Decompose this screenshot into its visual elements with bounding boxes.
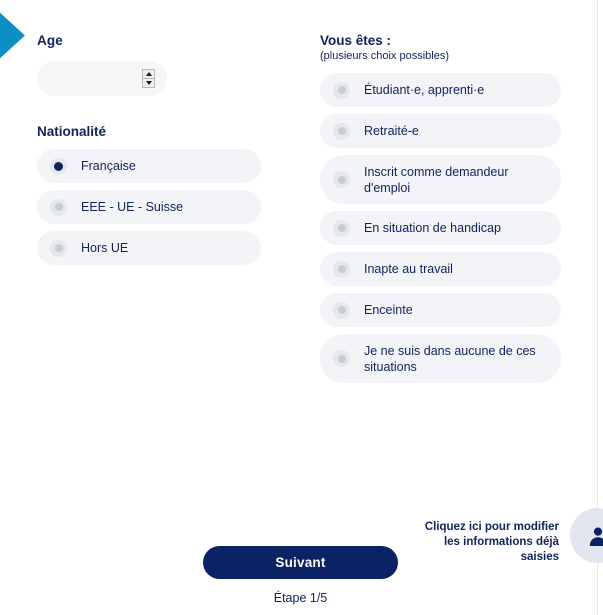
option-label: Inscrit comme demandeur d'emploi bbox=[364, 164, 509, 195]
radio-dot-icon bbox=[54, 161, 63, 171]
option-label: Retraité-e bbox=[364, 124, 419, 139]
option-situation-handicap[interactable]: En situation de handicap bbox=[320, 211, 561, 246]
registration-form: Age Nationalité Française EEE - UE - Sui… bbox=[0, 0, 597, 615]
option-label: Je ne suis dans aucune de ces situations bbox=[364, 343, 536, 374]
option-label: Inapte au travail bbox=[364, 262, 453, 277]
age-stepper[interactable] bbox=[142, 69, 155, 89]
age-stepper-down[interactable] bbox=[143, 79, 154, 87]
option-nationalite-hors-ue[interactable]: Hors UE bbox=[37, 231, 261, 266]
radio-icon[interactable] bbox=[333, 260, 350, 278]
radio-dot-icon bbox=[54, 244, 63, 253]
radio-dot-icon bbox=[337, 354, 346, 363]
option-situation-demandeur-emploi[interactable]: Inscrit comme demandeur d'emploi bbox=[320, 155, 561, 205]
option-situation-enceinte[interactable]: Enceinte bbox=[320, 293, 561, 328]
option-label: Hors UE bbox=[81, 241, 129, 256]
step-indicator: Étape 1/5 bbox=[273, 591, 328, 605]
radio-dot-icon bbox=[337, 306, 346, 315]
option-label: En situation de handicap bbox=[364, 221, 501, 236]
age-stepper-up[interactable] bbox=[143, 70, 154, 80]
option-situation-etudiant[interactable]: Étudiant·e, apprenti·e bbox=[320, 73, 561, 108]
user-avatar-icon bbox=[589, 527, 603, 546]
radio-icon[interactable] bbox=[50, 239, 67, 257]
left-column: Age Nationalité Française EEE - UE - Sui… bbox=[37, 33, 282, 272]
radio-dot-icon bbox=[337, 224, 346, 233]
radio-icon[interactable] bbox=[50, 198, 67, 216]
option-situation-aucune[interactable]: Je ne suis dans aucune de ces situations bbox=[320, 334, 561, 384]
radio-icon[interactable] bbox=[333, 122, 350, 140]
right-column: Vous êtes : (plusieurs choix possibles) … bbox=[320, 33, 562, 390]
option-nationalite-francaise[interactable]: Française bbox=[37, 149, 261, 184]
option-situation-inapte-travail[interactable]: Inapte au travail bbox=[320, 252, 561, 287]
option-label: Française bbox=[81, 159, 136, 174]
triangle-up-icon bbox=[145, 72, 152, 77]
situation-options: Étudiant·e, apprenti·e Retraité-e Inscri… bbox=[320, 73, 562, 384]
nationality-label: Nationalité bbox=[37, 124, 107, 140]
radio-icon[interactable] bbox=[333, 301, 350, 319]
radio-icon[interactable] bbox=[333, 171, 350, 189]
option-label: Étudiant·e, apprenti·e bbox=[364, 83, 485, 98]
age-field-container[interactable] bbox=[37, 61, 167, 97]
option-label: Enceinte bbox=[364, 303, 413, 318]
radio-dot-icon bbox=[337, 127, 346, 136]
next-button[interactable]: Suivant bbox=[203, 546, 398, 579]
radio-icon[interactable] bbox=[333, 350, 350, 368]
option-nationalite-eee-ue-suisse[interactable]: EEE - UE - Suisse bbox=[37, 190, 261, 225]
modify-saved-info-link[interactable]: Cliquez ici pour modifier les informatio… bbox=[409, 520, 559, 566]
radio-icon[interactable] bbox=[50, 157, 67, 175]
radio-dot-icon bbox=[54, 203, 63, 212]
triangle-down-icon bbox=[145, 81, 152, 86]
age-label: Age bbox=[37, 33, 63, 48]
radio-dot-icon bbox=[337, 175, 346, 184]
radio-dot-icon bbox=[337, 265, 346, 274]
nationality-options: Française EEE - UE - Suisse Hors UE bbox=[37, 149, 282, 266]
situation-hint: (plusieurs choix possibles) bbox=[320, 50, 449, 63]
situation-label: Vous êtes : bbox=[320, 33, 392, 48]
radio-icon[interactable] bbox=[333, 219, 350, 237]
radio-icon[interactable] bbox=[333, 81, 350, 99]
radio-dot-icon bbox=[337, 86, 346, 95]
option-label: EEE - UE - Suisse bbox=[81, 200, 184, 215]
option-situation-retraite[interactable]: Retraité-e bbox=[320, 114, 561, 149]
